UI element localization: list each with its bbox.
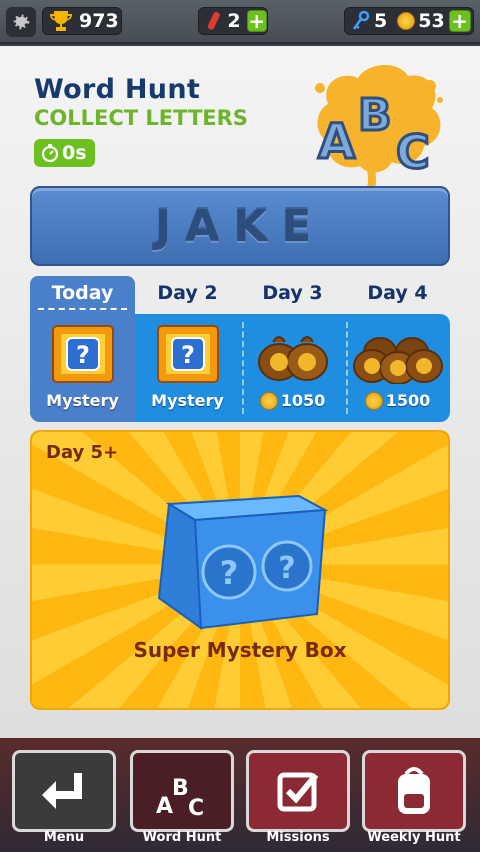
add-boards-button[interactable]: + xyxy=(246,10,267,32)
mystery-box-icon: ? xyxy=(156,325,219,383)
abc-icon: A B C xyxy=(156,776,204,819)
board-counter: 2 + xyxy=(198,7,268,35)
checkbox-icon xyxy=(277,772,319,812)
svg-text:?: ? xyxy=(181,341,195,369)
super-reward-label: Super Mystery Box xyxy=(133,638,347,662)
settings-button[interactable] xyxy=(6,7,36,37)
super-reward-card[interactable]: Day 5+ ? ? Super Mystery Box xyxy=(30,430,450,710)
hoverboard-icon xyxy=(207,12,220,30)
missions-button[interactable] xyxy=(246,750,350,832)
reward-day4[interactable]: 1500 xyxy=(345,314,450,422)
day-header-day3: Day 3 xyxy=(262,282,323,304)
reward-day3-label: 1050 xyxy=(280,391,326,410)
reward-today[interactable]: ? Mystery xyxy=(30,314,135,422)
coin-bags-icon xyxy=(257,336,328,381)
mystery-box-icon: ? xyxy=(51,325,114,383)
day-header-day4: Day 4 xyxy=(367,282,428,304)
menu-button[interactable] xyxy=(12,750,116,832)
abc-letter-b: B xyxy=(358,90,392,141)
reward-day2-label: Mystery xyxy=(151,391,224,410)
svg-text:B: B xyxy=(172,776,189,801)
backpack-icon xyxy=(398,767,430,814)
day-header-today: Today xyxy=(30,276,135,314)
trophy-icon xyxy=(50,11,72,31)
stopwatch-icon xyxy=(41,144,59,163)
currency-counter: 5 53 + xyxy=(344,7,474,35)
coin-icon xyxy=(364,391,383,410)
key-icon xyxy=(352,10,370,30)
svg-text:C: C xyxy=(188,796,204,819)
target-word: JAKE xyxy=(154,200,326,252)
abc-letter-a: A xyxy=(318,114,355,170)
return-arrow-icon xyxy=(42,773,82,809)
weekly-hunt-label: Weekly Hunt xyxy=(367,830,461,845)
daily-rewards: Today Day 2 Day 3 Day 4 ? Mystery ? Myst… xyxy=(30,276,450,422)
menu-label: Menu xyxy=(43,830,85,845)
svg-text:?: ? xyxy=(220,554,239,592)
coin-bags-icon xyxy=(352,337,443,384)
timer-badge: 0s xyxy=(34,139,95,167)
abc-logo: A B C xyxy=(315,64,443,196)
reward-today-label: Mystery xyxy=(46,391,119,410)
top-bar: 973 2 + 5 53 + xyxy=(0,0,480,44)
word-banner: JAKE xyxy=(30,186,450,266)
event-subtitle: COLLECT LETTERS xyxy=(34,106,248,130)
word-hunt-label: Word Hunt xyxy=(142,830,222,845)
key-count: 5 xyxy=(374,10,388,32)
word-hunt-button[interactable]: A B C xyxy=(130,750,234,832)
svg-text:A: A xyxy=(156,794,173,819)
bottom-nav: Menu A B C Word Hunt Missions Weekly Hun… xyxy=(0,738,480,852)
super-mystery-box-icon: ? ? xyxy=(157,494,329,631)
event-title: Word Hunt xyxy=(34,74,201,105)
add-coins-button[interactable]: + xyxy=(448,10,471,32)
coin-icon xyxy=(259,391,278,410)
abc-letter-c: C xyxy=(396,125,430,179)
day-divider xyxy=(242,322,244,414)
reward-day3[interactable]: 1050 xyxy=(240,314,345,422)
coin-icon xyxy=(397,12,416,30)
weekly-hunt-button[interactable] xyxy=(362,750,466,832)
trophy-counter: 973 xyxy=(42,7,122,35)
svg-text:?: ? xyxy=(76,341,90,369)
day-divider xyxy=(346,322,348,414)
gear-icon xyxy=(13,14,30,30)
super-reward-day: Day 5+ xyxy=(46,442,119,463)
reward-day4-label: 1500 xyxy=(385,391,431,410)
trophy-count: 973 xyxy=(79,10,119,32)
board-count: 2 xyxy=(227,10,241,32)
coin-count: 53 xyxy=(418,10,445,32)
svg-text:?: ? xyxy=(278,551,295,586)
day-header-day2: Day 2 xyxy=(157,282,218,304)
timer-value: 0s xyxy=(62,142,87,164)
missions-label: Missions xyxy=(266,830,330,845)
reward-day2[interactable]: ? Mystery xyxy=(135,314,240,422)
